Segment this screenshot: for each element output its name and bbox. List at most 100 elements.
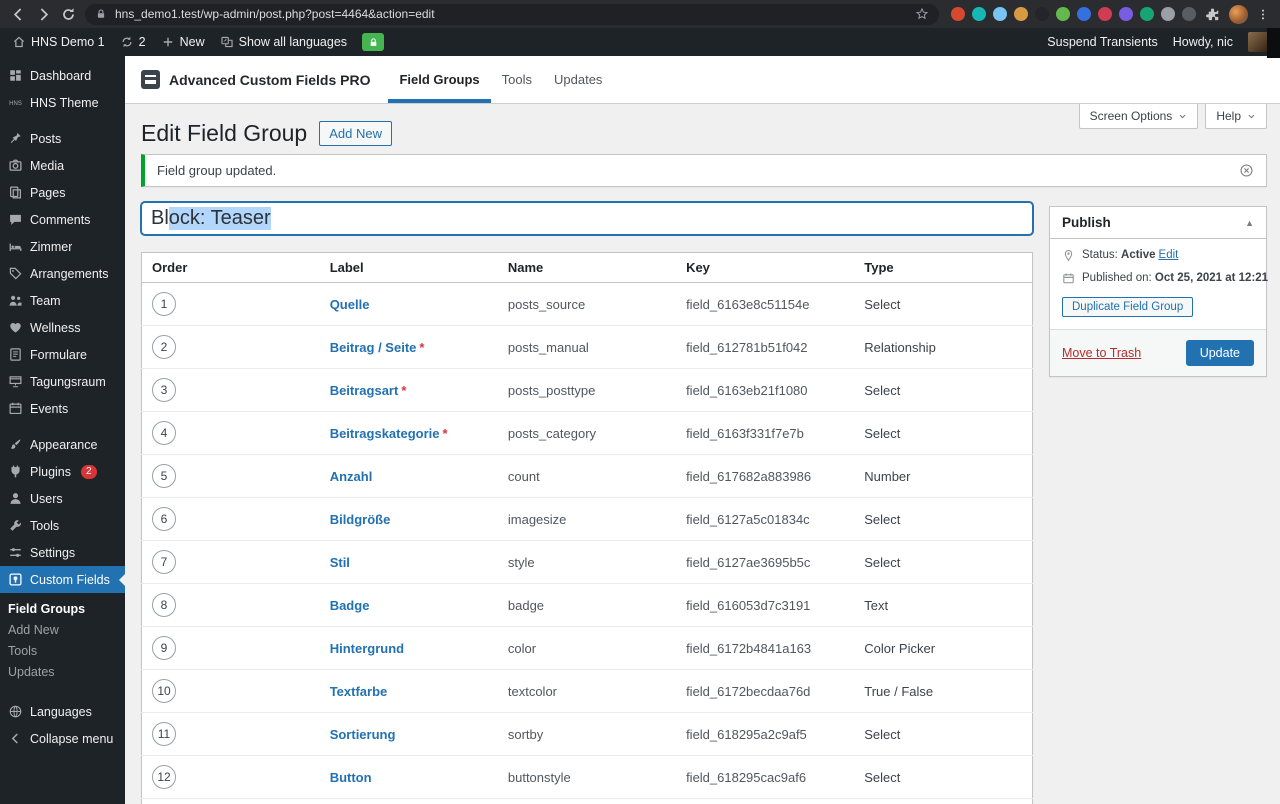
- sidebar-item-languages[interactable]: Languages: [0, 698, 125, 725]
- field-order-handle[interactable]: 3: [152, 378, 176, 402]
- field-label-link[interactable]: Anzahl: [330, 469, 373, 484]
- publish-panel-header[interactable]: Publish ▲: [1050, 207, 1266, 239]
- extension-icon[interactable]: [951, 7, 965, 21]
- collapse-panel-icon[interactable]: ▲: [1245, 218, 1254, 228]
- scrollbar-thumb[interactable]: [1267, 28, 1280, 58]
- field-label-link[interactable]: Hintergrund: [330, 641, 404, 656]
- extension-icon[interactable]: [1035, 7, 1049, 21]
- bookmark-star-icon[interactable]: [915, 7, 929, 21]
- back-icon[interactable]: [10, 6, 27, 23]
- field-order-handle[interactable]: 8: [152, 593, 176, 617]
- sidebar-item-zimmer[interactable]: Zimmer: [0, 233, 125, 260]
- sidebar-item-settings[interactable]: Settings: [0, 539, 125, 566]
- field-row: 11 Sortierung sortby field_618295a2c9af5 Sel…: [141, 712, 1033, 756]
- sidebar-item-tagungsraum[interactable]: Tagungsraum: [0, 368, 125, 395]
- extension-icon[interactable]: [1140, 7, 1154, 21]
- sidebar-item-events[interactable]: Events: [0, 395, 125, 422]
- field-label-link[interactable]: Quelle: [330, 297, 370, 312]
- extension-icon[interactable]: [1077, 7, 1091, 21]
- field-order-handle[interactable]: 7: [152, 550, 176, 574]
- howdy-link[interactable]: Howdy, nic: [1173, 35, 1233, 49]
- extensions-puzzle-icon[interactable]: [1204, 6, 1221, 23]
- sidebar-item-users[interactable]: Users: [0, 485, 125, 512]
- adminbar-languages-link[interactable]: Show all languages: [220, 35, 347, 49]
- publish-panel-title: Publish: [1062, 215, 1111, 230]
- extension-icon[interactable]: [1098, 7, 1112, 21]
- url-text: hns_demo1.test/wp-admin/post.php?post=44…: [115, 7, 435, 21]
- field-order-handle[interactable]: 9: [152, 636, 176, 660]
- browser-profile-avatar[interactable]: [1229, 4, 1248, 24]
- status-edit-link[interactable]: Edit: [1159, 249, 1179, 261]
- url-bar[interactable]: hns_demo1.test/wp-admin/post.php?post=44…: [85, 3, 939, 25]
- adminbar-site-link[interactable]: HNS Demo 1: [12, 35, 105, 49]
- sidebar-item-comments[interactable]: Comments: [0, 206, 125, 233]
- sidebar-item-media[interactable]: Media: [0, 152, 125, 179]
- extension-icon[interactable]: [993, 7, 1007, 21]
- lock-icon: [368, 37, 379, 48]
- field-order-handle[interactable]: 5: [152, 464, 176, 488]
- field-label-link[interactable]: Button: [330, 770, 372, 785]
- site-info-lock-icon[interactable]: [95, 8, 107, 20]
- field-order-handle[interactable]: 10: [152, 679, 176, 703]
- sidebar-item-formulare[interactable]: Formulare: [0, 341, 125, 368]
- tab-tools[interactable]: Tools: [491, 56, 543, 103]
- sidebar-item-appearance[interactable]: Appearance: [0, 431, 125, 458]
- sidebar-item-collapse-menu[interactable]: Collapse menu: [0, 725, 125, 752]
- sidebar-item-posts[interactable]: Posts: [0, 125, 125, 152]
- field-label-link[interactable]: Badge: [330, 598, 370, 613]
- reload-icon[interactable]: [60, 6, 77, 23]
- sidebar-item-hns-theme[interactable]: HNS HNS Theme: [0, 89, 125, 116]
- field-order-handle[interactable]: 11: [152, 722, 176, 746]
- submenu-item-updates[interactable]: Updates: [0, 661, 125, 682]
- user-avatar[interactable]: [1248, 32, 1268, 52]
- field-group-title-input[interactable]: Bl ock: Teaser: [141, 202, 1033, 235]
- sidebar-item-pages[interactable]: Pages: [0, 179, 125, 206]
- ssl-status-badge[interactable]: [362, 33, 385, 51]
- field-order-handle[interactable]: 2: [152, 335, 176, 359]
- sidebar-item-tools[interactable]: Tools: [0, 512, 125, 539]
- field-label-link[interactable]: Beitragsart: [330, 383, 399, 398]
- field-label-link[interactable]: Bildgröße: [330, 512, 391, 527]
- sidebar-item-arrangements[interactable]: Arrangements: [0, 260, 125, 287]
- submenu-item-tools[interactable]: Tools: [0, 640, 125, 661]
- screen-options-button[interactable]: Screen Options: [1078, 104, 1199, 129]
- field-order-handle[interactable]: 4: [152, 421, 176, 445]
- extension-icon[interactable]: [1119, 7, 1133, 21]
- field-label-link[interactable]: Stil: [330, 555, 350, 570]
- page-title: Edit Field Group: [141, 119, 308, 146]
- extension-icon[interactable]: [1161, 7, 1175, 21]
- sidebar-item-wellness[interactable]: Wellness: [0, 314, 125, 341]
- extension-icon[interactable]: [1056, 7, 1070, 21]
- field-order-handle[interactable]: 1: [152, 292, 176, 316]
- forward-icon[interactable]: [35, 6, 52, 23]
- field-label-link[interactable]: Textfarbe: [330, 684, 388, 699]
- extension-icon[interactable]: [1014, 7, 1028, 21]
- suspend-transients-link[interactable]: Suspend Transients: [1047, 35, 1158, 49]
- browser-menu-icon[interactable]: [1256, 6, 1270, 23]
- sidebar-item-plugins[interactable]: Plugins 2: [0, 458, 125, 485]
- adminbar-updates-link[interactable]: 2: [120, 35, 146, 49]
- extension-icon[interactable]: [972, 7, 986, 21]
- submenu-item-field-groups[interactable]: Field Groups: [0, 598, 125, 619]
- field-label-link[interactable]: Sortierung: [330, 727, 396, 742]
- extension-icon[interactable]: [1182, 7, 1196, 21]
- duplicate-field-group-button[interactable]: Duplicate Field Group: [1062, 297, 1194, 317]
- field-label-link[interactable]: Beitrag / Seite: [330, 340, 417, 355]
- update-button[interactable]: Update: [1185, 340, 1254, 366]
- move-to-trash-link[interactable]: Move to Trash: [1062, 346, 1141, 360]
- field-order-handle[interactable]: 6: [152, 507, 176, 531]
- field-type: Text: [854, 583, 1033, 627]
- tagungsraum-icon: [8, 374, 23, 389]
- sidebar-item-dashboard[interactable]: Dashboard: [0, 62, 125, 89]
- submenu-item-add-new[interactable]: Add New: [0, 619, 125, 640]
- tab-field-groups[interactable]: Field Groups: [388, 56, 490, 103]
- tab-updates[interactable]: Updates: [543, 56, 613, 103]
- sidebar-item-team[interactable]: Team: [0, 287, 125, 314]
- field-label-link[interactable]: Beitragskategorie: [330, 426, 440, 441]
- dismiss-notice-icon[interactable]: [1239, 163, 1254, 178]
- add-new-button[interactable]: Add New: [319, 120, 392, 146]
- field-order-handle[interactable]: 12: [152, 765, 176, 789]
- sidebar-item-custom-fields[interactable]: Custom Fields: [0, 566, 125, 593]
- adminbar-new-link[interactable]: New: [161, 35, 205, 49]
- help-button[interactable]: Help: [1205, 104, 1267, 129]
